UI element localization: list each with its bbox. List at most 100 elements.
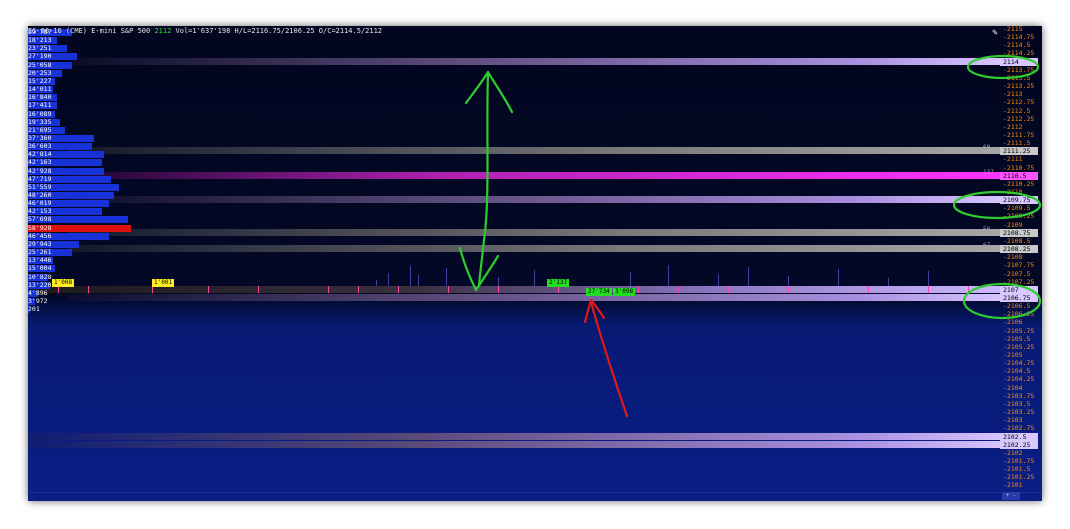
trade-marker [678, 285, 679, 293]
volume-row: 20'253 [28, 69, 148, 77]
time-axis-strip [28, 492, 1042, 501]
volume-label: 57'698 [28, 215, 52, 224]
price-tick: 2105.25 [1003, 343, 1034, 351]
price-tick: 2104.75 [1003, 359, 1034, 367]
trade-tick [388, 272, 389, 286]
price-tick: 2110.75 [1003, 164, 1034, 172]
pencil-icon[interactable]: ✎ [990, 28, 1000, 38]
volume-row: 15'227 [28, 77, 148, 85]
price-tick: 2111.5 [1003, 139, 1030, 147]
volume-label: 58'928 [28, 223, 52, 232]
volume-label: 18'213 [28, 36, 52, 45]
volume-row: 25'261 [28, 248, 148, 257]
price-tick: 2108.5 [1003, 237, 1030, 245]
volume-row: 17'411 [28, 101, 148, 110]
price-tick: 2101 [1003, 481, 1023, 489]
trade-marker [868, 285, 869, 293]
price-tick: 2105.75 [1003, 327, 1034, 335]
price-tag: 2102.25 [1000, 440, 1038, 449]
price-level-bar [28, 440, 1000, 448]
volume-label: 4'896 [28, 288, 48, 297]
side-number: 60 [983, 144, 991, 152]
trade-marker [398, 285, 399, 293]
trade-tick [418, 274, 419, 286]
price-tick: 2103.75 [1003, 392, 1034, 400]
price-tag: 2109.75 [1000, 196, 1038, 205]
volume-row: 23'251 [28, 44, 148, 53]
trade-marker [498, 285, 499, 293]
price-tag: 2106.75 [1000, 293, 1038, 302]
volume-row: 16'089 [28, 110, 148, 118]
volume-label: 16'840 [28, 93, 52, 102]
volume-row: 42'928 [28, 167, 148, 175]
price-tick: 2114.75 [1003, 33, 1034, 41]
price-tick: 2111.75 [1003, 131, 1034, 139]
volume-row: 13'446 [28, 256, 148, 265]
volume-label: 25'058 [28, 60, 52, 69]
price-tag: 2111.25 [1000, 147, 1038, 156]
price-tag: 2110.5 [1000, 171, 1038, 180]
price-tick: 2104.5 [1003, 367, 1030, 375]
volume-label: 19'335 [28, 117, 52, 126]
volume-label: 3'972 [28, 296, 48, 305]
price-tick: 2107.5 [1003, 270, 1030, 278]
price-tag: 2102.5 [1000, 432, 1038, 441]
price-axis[interactable]: 21152114.752114.52114.2521142113.752113.… [1000, 26, 1042, 501]
volume-label: 23'251 [28, 44, 52, 53]
price-tick: 2103.25 [1003, 408, 1034, 416]
volume-row: 14'011 [28, 85, 148, 94]
volume-label: 29'943 [28, 239, 52, 248]
volume-row: 46'456 [28, 232, 148, 240]
volume-label: 15'227 [28, 76, 52, 85]
price-tick: 2112.75 [1003, 98, 1034, 106]
price-tick: 2101.5 [1003, 465, 1030, 473]
price-level-bar [68, 293, 1000, 301]
price-tick: 2103 [1003, 416, 1023, 424]
volume-label: 36'603 [28, 142, 52, 151]
trade-tick [718, 273, 719, 286]
volume-label: 16'089 [28, 109, 52, 118]
price-tick: 2113 [1003, 90, 1023, 98]
trade-marker [358, 285, 359, 293]
volume-row: 42'814 [28, 150, 148, 159]
price-level-bar [68, 196, 1000, 204]
volume-label: 15'004 [28, 264, 52, 273]
volume-label: 13'220 [28, 280, 52, 289]
trade-tick [630, 271, 631, 286]
volume-label: 201 [28, 305, 40, 314]
side-number: 137 [983, 168, 994, 176]
volume-row: 21'695 [28, 126, 148, 134]
price-tick: 2101.75 [1003, 457, 1034, 465]
chart-title-bar: ES 06-16 (CME) E-mini S&P 500 2112 Vol=1… [28, 26, 982, 36]
order-label: 1'008 [52, 279, 75, 287]
volume-label: 10'828 [28, 272, 52, 281]
volume-row: 46'019 [28, 199, 148, 208]
volume-label: 46'019 [28, 199, 52, 208]
price-tick: 2109.5 [1003, 204, 1030, 212]
volume-row: 201 [28, 305, 148, 314]
trade-marker [928, 285, 929, 293]
volume-row: 42'153 [28, 207, 148, 216]
scroll-handle[interactable]: + - [1002, 492, 1020, 500]
order-label: 3'098 [613, 288, 636, 296]
session-stats: Vol=1'637'198 H/L=2116.75/2106.25 O/C=21… [175, 27, 383, 35]
trade-tick [668, 264, 669, 286]
price-tick: 2115 [1003, 26, 1023, 33]
price-tick: 2105.5 [1003, 335, 1030, 343]
volume-row: 4'896 [28, 289, 148, 297]
volume-label: 42'153 [28, 207, 52, 216]
price-tick: 2104 [1003, 384, 1023, 392]
price-tick: 2109.25 [1003, 212, 1034, 220]
chart-window[interactable]: ES 06-16 (CME) E-mini S&P 500 2112 Vol=1… [28, 26, 1042, 501]
price-tick: 2102.75 [1003, 424, 1034, 432]
price-level-bar [68, 171, 1000, 179]
volume-row: 10'828 [28, 273, 148, 281]
price-tick: 2108 [1003, 253, 1023, 261]
volume-row: 58'928 [28, 224, 148, 232]
price-tick: 2106.5 [1003, 302, 1030, 310]
volume-label: 47'719 [28, 174, 52, 183]
price-tick: 2104.25 [1003, 375, 1034, 383]
volume-row: 29'943 [28, 240, 148, 248]
volume-label: 13'446 [28, 256, 52, 265]
price-tick: 2112.5 [1003, 107, 1030, 115]
